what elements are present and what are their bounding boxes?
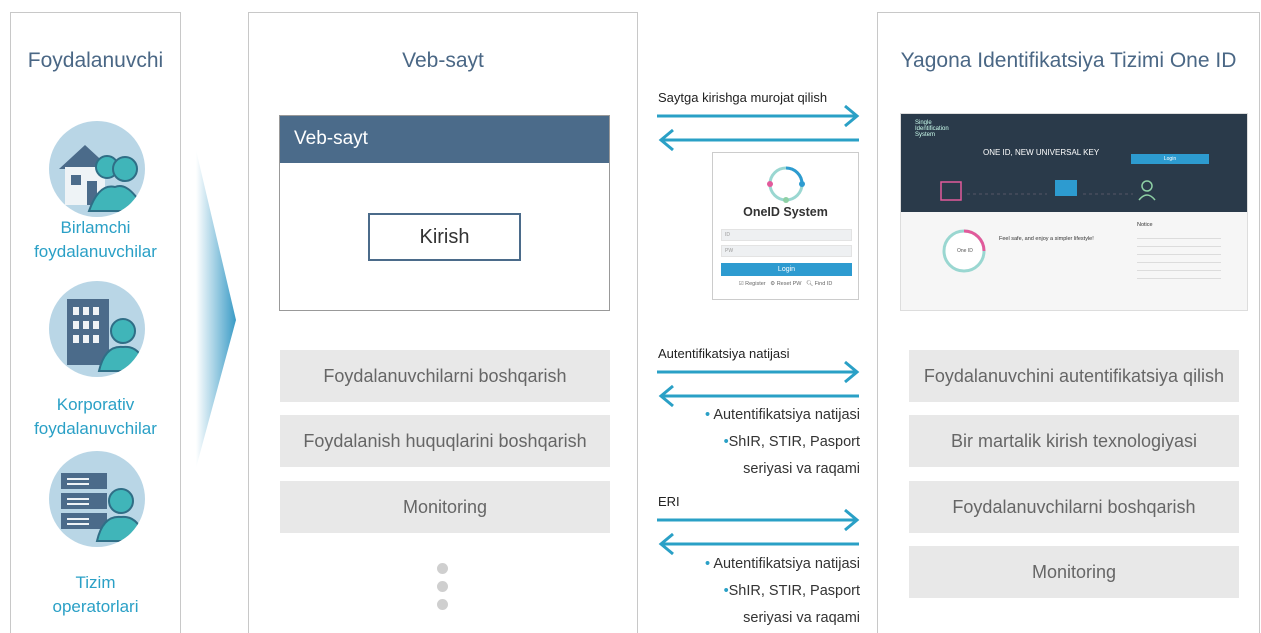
oneid-website-screenshot: Single Identification System ONE ID, NEW… — [900, 113, 1248, 311]
website-window-header: Veb-sayt — [280, 116, 609, 163]
oneid-logo-icon — [767, 166, 805, 203]
screenshot-illustration-icon — [940, 180, 1156, 201]
building-user-icon — [49, 281, 145, 377]
house-user-icon — [49, 121, 145, 217]
website-mock-window: Veb-sayt Kirish — [279, 115, 610, 311]
oneid-pw-input[interactable]: PW — [721, 245, 852, 257]
function-user-management: Foydalanuvchilarni boshqarish — [280, 350, 610, 402]
login-button[interactable]: Kirish — [368, 213, 521, 261]
oneid-id-input[interactable]: ID — [721, 229, 852, 241]
ellipsis-dot — [437, 563, 448, 574]
oneid-function-sso: Bir martalik kirish texnologiyasi — [909, 415, 1239, 467]
ellipsis-dot — [437, 581, 448, 592]
screenshot-notice-title: Notice — [1137, 222, 1153, 228]
oneid-card-links: ☑ Register ⚙ Reset PW 🔍︎ Find ID — [713, 281, 858, 287]
website-panel: Veb-sayt Veb-sayt Kirish Foydalanuvchila… — [248, 12, 638, 633]
users-title: Foydalanuvchi — [27, 49, 164, 72]
screenshot-logo: Single Identification System — [915, 120, 949, 138]
screenshot-tagline: Feel safe, and enjoy a simpler lifestyle… — [999, 236, 1094, 242]
screenshot-content: One ID Feel safe, and enjoy a simpler li… — [901, 212, 1247, 310]
auth-result-details: • Autentifikatsiya natijasi •ShIR, STIR,… — [705, 407, 860, 477]
screenshot-hero: Single Identification System ONE ID, NEW… — [901, 114, 1247, 212]
user-group-label-primary: Birlamchi foydalanuvchilar — [34, 218, 157, 261]
screenshot-login-button: Login — [1131, 154, 1209, 164]
screenshot-notice-list — [1137, 234, 1221, 282]
flow-label-request: Saytga kirishga murojat qilish — [658, 90, 828, 105]
reset-pw-link[interactable]: ⚙ Reset PW — [770, 281, 801, 287]
oneid-function-authentication: Foydalanuvchini autentifikatsiya qilish — [909, 350, 1239, 402]
server-user-icon — [49, 451, 145, 547]
eri-result-details: • Autentifikatsiya natijasi •ShIR, STIR,… — [705, 556, 860, 626]
user-group-label-operators: Tizim operatorlari — [52, 573, 139, 616]
user-group-label-corporate: Korporativ foydalanuvchilar — [34, 395, 157, 438]
register-link[interactable]: ☑ Register — [739, 281, 766, 287]
oneid-function-monitoring: Monitoring — [909, 546, 1239, 598]
find-id-link[interactable]: 🔍︎ Find ID — [806, 281, 832, 287]
oneid-title: Yagona Identifikatsiya Tizimi One ID — [900, 49, 1237, 72]
flow-label-eri: ERI — [658, 494, 680, 509]
oneid-login-button[interactable]: Login — [721, 263, 852, 276]
oneid-card-title: OneID System — [743, 205, 828, 219]
users-panel: Foydalanuvchi Birlamchi foydalanuvchilar — [10, 12, 181, 633]
flow-arrow-large — [196, 150, 236, 468]
flow-arrows-request — [657, 104, 860, 152]
screenshot-slogan: ONE ID, NEW UNIVERSAL KEY — [983, 148, 1100, 157]
oneid-panel: Yagona Identifikatsiya Tizimi One ID Sin… — [877, 12, 1260, 633]
oneid-login-card: OneID System ID PW Login ☑ Register ⚙ Re… — [712, 152, 859, 300]
ellipsis-dot — [437, 599, 448, 610]
oneid-function-user-management: Foydalanuvchilarni boshqarish — [909, 481, 1239, 533]
website-title: Veb-sayt — [402, 49, 484, 72]
function-access-management: Foydalanish huquqlarini boshqarish — [280, 415, 610, 467]
screenshot-badge-text: One ID — [957, 248, 973, 254]
function-monitoring: Monitoring — [280, 481, 610, 533]
flow-label-auth: Autentifikatsiya natijasi — [658, 346, 790, 361]
